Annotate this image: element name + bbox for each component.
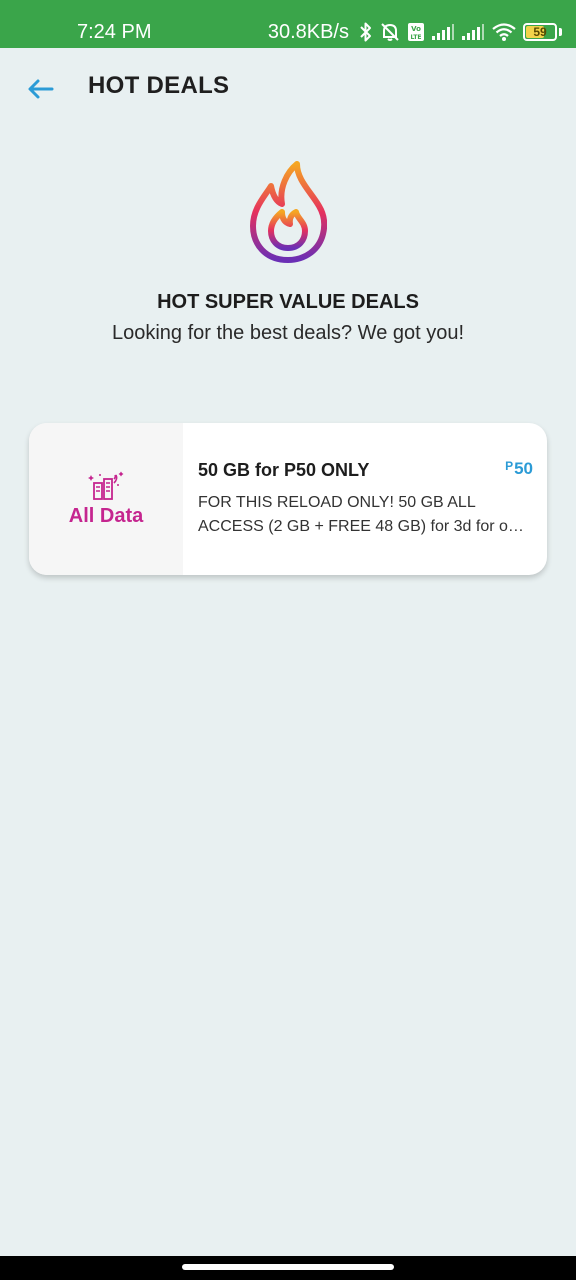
wifi-icon (492, 23, 516, 41)
status-time: 7:24 PM (77, 21, 152, 43)
volte-icon: Vo LTE (408, 23, 424, 41)
svg-text:LTE: LTE (410, 34, 421, 41)
fire-icon (250, 161, 327, 263)
back-button[interactable] (24, 76, 58, 102)
battery-level: 59 (533, 25, 547, 39)
battery-icon: 59 (523, 23, 557, 41)
mute-bell-icon (381, 23, 399, 41)
home-indicator[interactable] (182, 1264, 394, 1270)
bluetooth-icon (360, 22, 371, 42)
deal-card[interactable]: All Data 50 GB for P50 ONLY P50 FOR THIS… (29, 423, 547, 575)
deal-description: FOR THIS RELOAD ONLY! 50 GB ALL ACCESS (… (198, 494, 529, 535)
signal-icon (432, 24, 454, 40)
hero-subtitle: Looking for the best deals? We got you! (111, 322, 465, 344)
signal-icon-2 (462, 24, 484, 40)
deal-price: P50 (505, 459, 533, 479)
deal-details: 50 GB for P50 ONLY P50 FOR THIS RELOAD O… (183, 423, 547, 575)
city-signal-icon (88, 471, 124, 500)
app-header: HOT DEALS (0, 48, 576, 128)
page-title: HOT DEALS (88, 72, 230, 99)
category-label: All Data (68, 504, 144, 527)
status-icons: 30.8KB/s Vo LTE 59 (268, 19, 562, 45)
status-bar: 7:24 PM 30.8KB/s Vo LTE 59 (0, 0, 576, 48)
deal-price-amount: 50 (514, 459, 533, 478)
deal-title: 50 GB for P50 ONLY (198, 460, 370, 480)
hero-title: HOT SUPER VALUE DEALS (157, 291, 419, 313)
hero-section: HOT SUPER VALUE DEALS Looking for the be… (0, 160, 576, 344)
deal-price-symbol: P (505, 459, 514, 473)
battery-tip (559, 28, 562, 36)
deal-category-panel: All Data (29, 423, 183, 575)
svg-text:Vo: Vo (411, 25, 421, 33)
network-speed: 30.8KB/s (267, 20, 349, 43)
arrow-left-icon (28, 79, 54, 99)
